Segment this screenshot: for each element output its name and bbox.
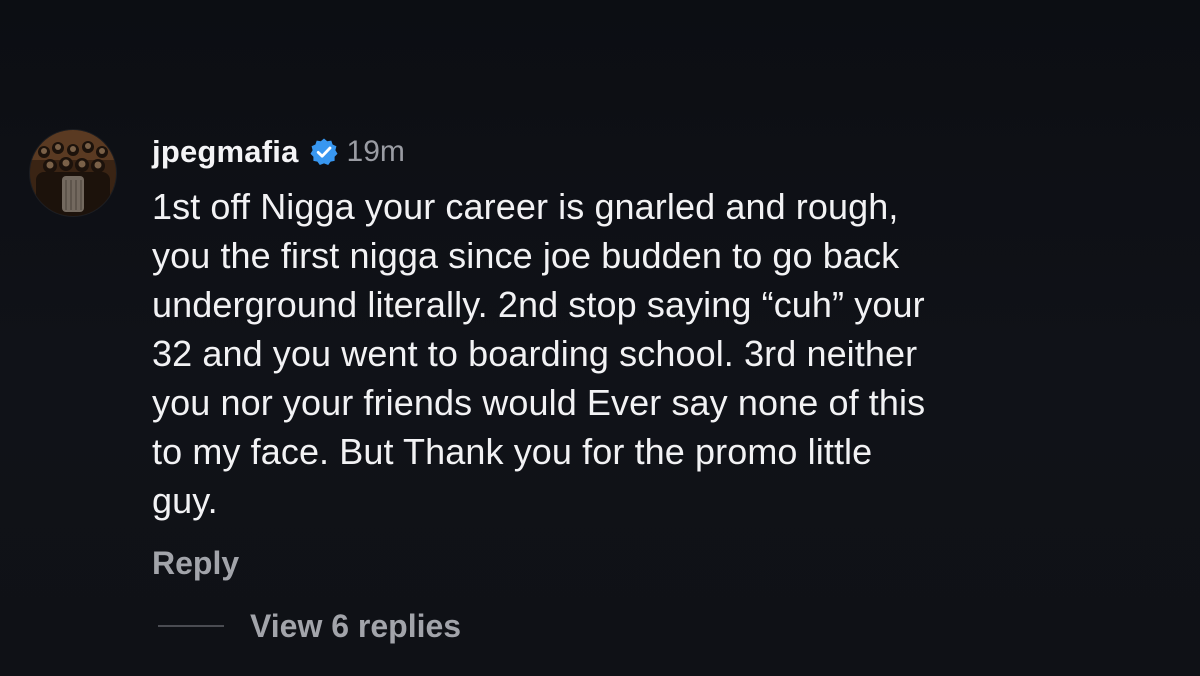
comment-header: jpegmafia 19m <box>152 128 1162 176</box>
profile-photo-group-icon <box>30 130 116 216</box>
comment: jpegmafia 19m 1st off Nigga your career … <box>152 128 1162 582</box>
avatar[interactable] <box>30 130 116 216</box>
username[interactable]: jpegmafia <box>152 134 299 170</box>
view-replies-row[interactable]: View 6 replies <box>158 606 461 646</box>
view-replies-button[interactable]: View 6 replies <box>250 608 461 645</box>
reply-button[interactable]: Reply <box>152 545 239 582</box>
verified-badge-icon <box>309 137 339 167</box>
timestamp: 19m <box>346 135 405 168</box>
replies-divider <box>158 625 224 627</box>
comment-screen: jpegmafia 19m 1st off Nigga your career … <box>0 0 1200 676</box>
comment-text: 1st off Nigga your career is gnarled and… <box>152 186 926 521</box>
